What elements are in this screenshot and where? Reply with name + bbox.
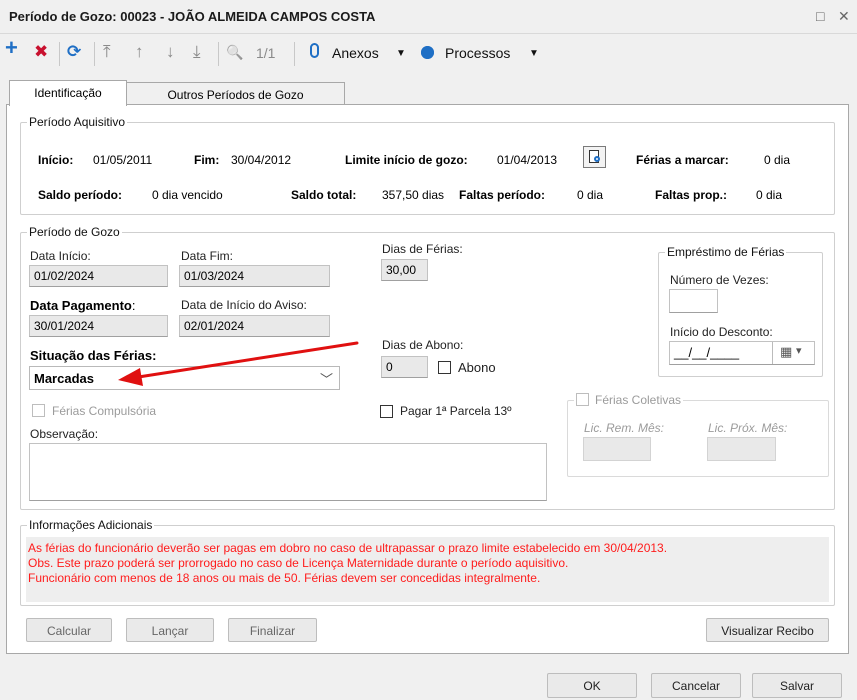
tab-identificacao[interactable]: Identificação (9, 80, 127, 106)
annotation-arrow (118, 341, 359, 386)
